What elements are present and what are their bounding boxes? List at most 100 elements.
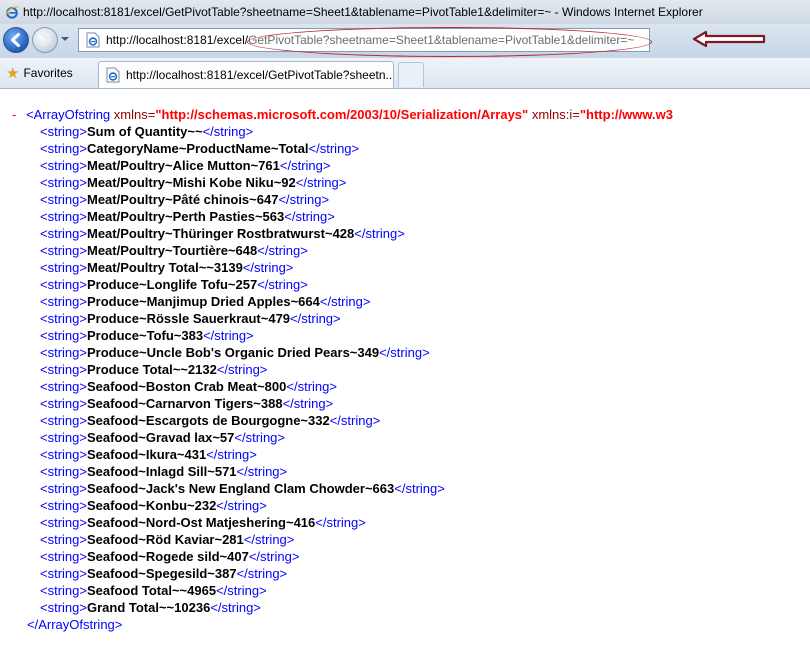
xml-close-tag: </string> [284,209,335,224]
xml-string-element: <string>Meat/Poultry~Mishi Kobe Niku~92<… [40,174,346,191]
xml-string-value: Seafood~Nord-Ost Matjeshering~416 [86,515,316,530]
xml-string-value: Seafood~Konbu~232 [86,498,217,513]
xml-string-value: Produce~Tofu~383 [86,328,204,343]
annotation-arrow-icon [692,30,766,48]
xml-close-tag: </string> [286,379,337,394]
xml-string-element: <string>Grand Total~~10236</string> [40,599,261,616]
xml-string-value: Seafood Total~~4965 [86,583,217,598]
xml-open-tag: <string> [40,362,87,377]
xml-close-tag: </string> [290,311,341,326]
xml-string-value: Grand Total~~10236 [86,600,211,615]
xml-root-open: - <ArrayOfstring xmlns="http://schemas.mi… [12,106,673,123]
xml-close-tag: </string> [202,124,254,139]
xml-string-element: <string>Produce~Tofu~383</string> [40,327,254,344]
back-button[interactable] [3,27,29,53]
xml-close-tag: </string> [379,345,430,360]
xml-open-tag: <string> [40,141,87,156]
xml-string-element: <string>Seafood Total~~4965</string> [40,582,267,599]
xml-string-value: Seafood~Spegesild~387 [86,566,237,581]
xml-string-value: Seafood~Inlagd Sill~571 [86,464,237,479]
xml-close-tag: </string> [394,481,445,496]
xml-close-tag: </string> [257,243,308,258]
xml-string-element: <string>Seafood~Nord-Ost Matjeshering~41… [40,514,366,531]
forward-button[interactable] [32,27,58,53]
xml-open-tag: <string> [40,481,87,496]
xml-string-element: <string>Produce Total~~2132</string> [40,361,267,378]
xml-close-tag: </string> [315,515,366,530]
xml-open-tag: <string> [40,430,87,445]
xml-string-element: <string>Seafood~Konbu~232</string> [40,497,267,514]
xml-string-value: Sum of Quantity~~ [86,124,203,139]
xml-open-tag: <string> [40,413,87,428]
xml-close-tag: </string> [354,226,405,241]
xml-string-value: Produce~Rössle Sauerkraut~479 [86,311,291,326]
window-title: http://localhost:8181/excel/GetPivotTabl… [23,5,703,19]
xml-close-tag: </string> [242,260,294,275]
xml-root-tag: <ArrayOfstring [26,107,111,122]
xml-string-element: <string>Seafood~Gravad lax~57</string> [40,429,285,446]
xml-open-tag: <string> [40,345,87,360]
xml-string-element: <string>Meat/Poultry~Thüringer Rostbratw… [40,225,405,242]
xml-open-tag: <string> [40,311,87,326]
xml-open-tag: <string> [40,549,87,564]
xml-string-element: <string>Produce~Uncle Bob's Organic Drie… [40,344,430,361]
xml-string-value: Seafood~Ikura~431 [86,447,207,462]
xml-string-value: Meat/Poultry~Tourtière~648 [86,243,258,258]
xml-string-element: <string>Seafood~Spegesild~387</string> [40,565,287,582]
xml-open-tag: <string> [40,294,87,309]
xml-open-tag: <string> [40,464,87,479]
xml-string-value: Seafood~Carnarvon Tigers~388 [86,396,283,411]
arrow-left-icon [11,33,20,47]
recent-pages-dropdown[interactable] [60,32,70,46]
xml-string-element: <string>Meat/Poultry~Pâté chinois~647</s… [40,191,329,208]
xml-string-element: <string>Produce~Rössle Sauerkraut~479</s… [40,310,341,327]
tab-active[interactable]: http://localhost:8181/excel/GetPivotTabl… [98,61,394,88]
url-highlight-annotation [247,27,652,57]
xml-string-value: Seafood~Gravad lax~57 [86,430,235,445]
xml-open-tag: <string> [40,532,87,547]
xml-close-tag: </string> [236,566,288,581]
xml-close-tag: </string> [216,362,268,377]
xml-string-value: Meat/Poultry~Perth Pasties~563 [86,209,285,224]
xml-close-tag: </string> [282,396,334,411]
xml-close-tag: </string> [257,277,308,292]
xml-open-tag: <string> [40,396,87,411]
new-tab-button[interactable] [398,62,424,87]
xml-string-value: Produce~Uncle Bob's Organic Dried Pears~… [86,345,380,360]
xml-attr-value: "http://www.w3 [579,107,673,122]
xml-string-value: Meat/Poultry~Alice Mutton~761 [86,158,280,173]
xml-close-tag: </string> [203,328,254,343]
arrow-right-icon [41,33,50,47]
xml-string-element: <string>Seafood~Ikura~431</string> [40,446,257,463]
xml-open-tag: <string> [40,566,87,581]
xml-attr-name: xmlns:i= [531,107,580,122]
xml-string-element: <string>Meat/Poultry~Tourtière~648</stri… [40,242,308,259]
xml-open-tag: <string> [40,600,87,615]
xml-attr-value: "http://schemas.microsoft.com/2003/10/Se… [155,107,529,122]
xml-document: - <ArrayOfstring xmlns="http://schemas.mi… [0,89,810,653]
title-bar: http://localhost:8181/excel/GetPivotTabl… [0,0,810,24]
xml-close-tag: </string> [206,447,257,462]
xml-close-tag: </string> [278,192,330,207]
xml-open-tag: <string> [40,175,87,190]
xml-string-element: <string>Seafood~Boston Crab Meat~800</st… [40,378,337,395]
xml-string-value: Seafood~Jack's New England Clam Chowder~… [86,481,395,496]
xml-open-tag: <string> [40,498,87,513]
xml-string-element: <string>CategoryName~ProductName~Total</… [40,140,359,157]
favorites-button[interactable]: ★ Favorites [6,63,73,83]
xml-close-tag: </string> [319,294,371,309]
xml-string-value: Seafood~Röd Kaviar~281 [86,532,244,547]
xml-string-element: <string>Meat/Poultry~Alice Mutton~761</s… [40,157,330,174]
xml-string-element: <string>Seafood~Röd Kaviar~281</string> [40,531,294,548]
xml-string-element: <string>Sum of Quantity~~</string> [40,123,253,140]
xml-open-tag: <string> [40,328,87,343]
xml-open-tag: <string> [40,515,87,530]
xml-string-element: <string>Seafood~Rogede sild~407</string> [40,548,299,565]
xml-open-tag: <string> [40,379,87,394]
xml-open-tag: <string> [40,192,87,207]
xml-close-tag: </string> [236,464,288,479]
collapse-toggle[interactable]: - [12,106,26,123]
xml-open-tag: <string> [40,226,87,241]
xml-string-value: Seafood~Rogede sild~407 [86,549,249,564]
ie-logo-icon [5,6,19,19]
